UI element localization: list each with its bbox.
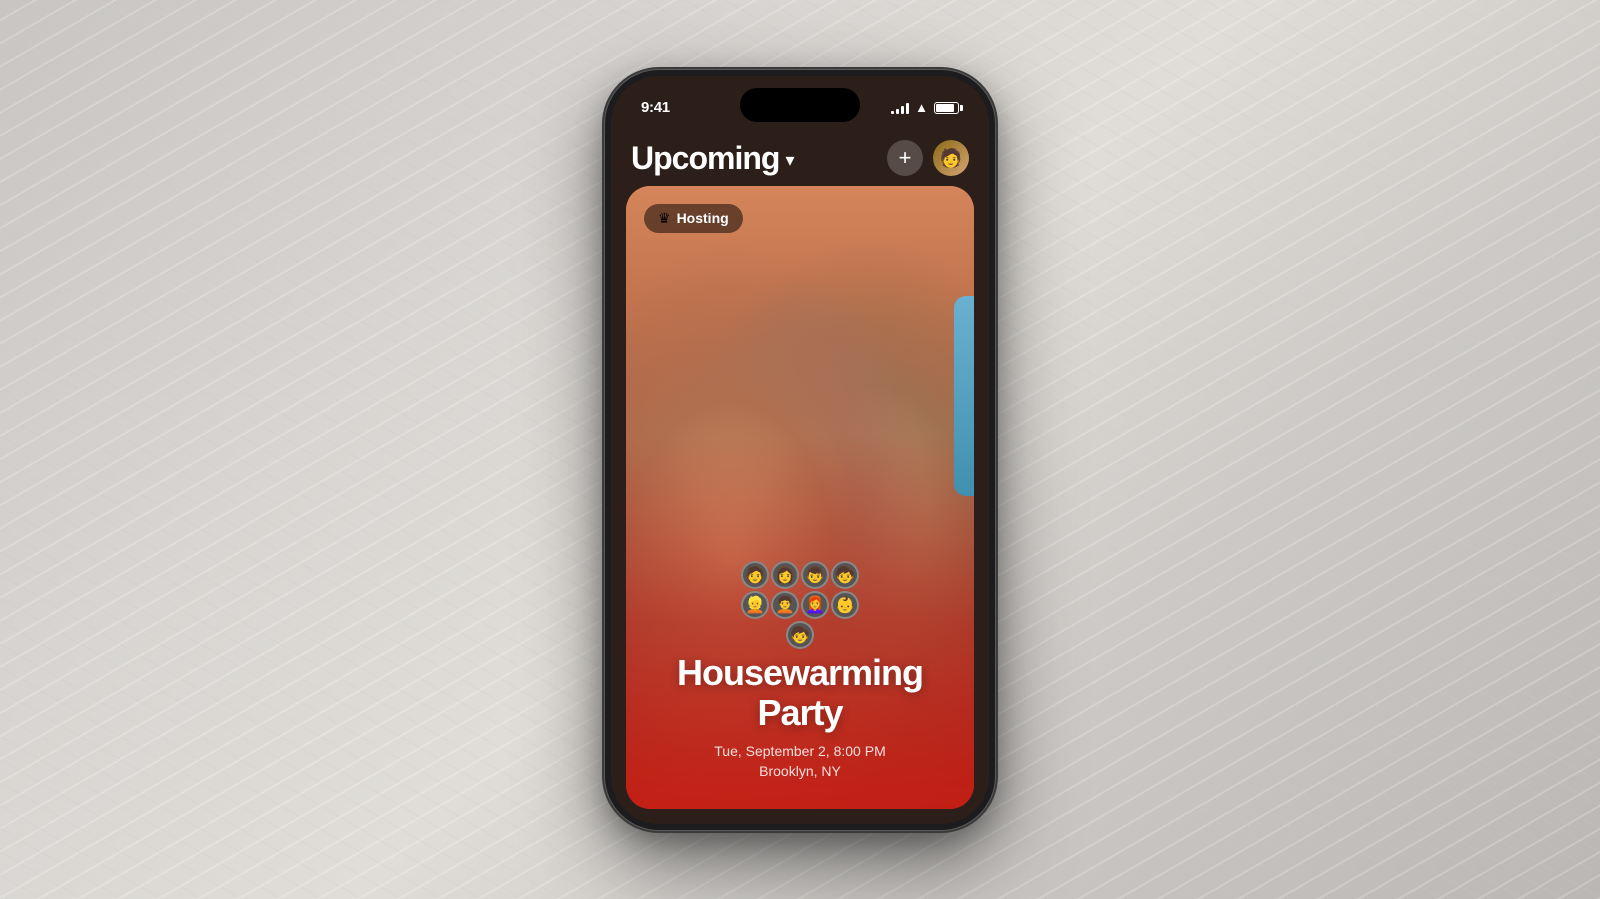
dynamic-island xyxy=(740,88,860,122)
attendee-avatar: 👶 xyxy=(831,591,859,619)
user-avatar[interactable]: 🧑 xyxy=(933,140,969,176)
attendee-avatar: 🧒 xyxy=(831,561,859,589)
event-info-overlay: Housewarming Party Tue, September 2, 8:0… xyxy=(626,633,974,808)
signal-bar-4 xyxy=(906,103,909,114)
battery-fill xyxy=(936,104,954,112)
signal-bar-1 xyxy=(891,111,894,114)
hosting-badge: ♛ Hosting xyxy=(644,204,743,233)
attendee-avatar: 👦 xyxy=(801,561,829,589)
event-name: Housewarming Party xyxy=(646,653,954,732)
status-icons: ▲ xyxy=(891,100,959,115)
chevron-down-icon: ▾ xyxy=(785,150,794,171)
event-date: Tue, September 2, 8:00 PM xyxy=(646,743,954,759)
status-time: 9:41 xyxy=(641,99,670,116)
header-title-group[interactable]: Upcoming ▾ xyxy=(631,140,794,177)
crown-icon: ♛ xyxy=(658,210,671,227)
phone-screen: 9:41 ▲ Upcoming ▾ + xyxy=(611,76,989,824)
app-header: Upcoming ▾ + 🧑 xyxy=(611,131,989,186)
add-event-button[interactable]: + xyxy=(887,140,923,176)
header-actions: + 🧑 xyxy=(887,140,969,176)
signal-bar-3 xyxy=(901,106,904,114)
hosting-label: Hosting xyxy=(677,210,729,226)
attendee-avatar: 👩‍🦰 xyxy=(801,591,829,619)
attendee-avatar: 🧑 xyxy=(741,561,769,589)
attendee-avatar: 👱 xyxy=(741,591,769,619)
signal-bar-2 xyxy=(896,109,899,114)
avatar-emoji: 🧑 xyxy=(940,148,962,169)
signal-icon xyxy=(891,102,909,114)
attendee-avatar: 👩 xyxy=(771,561,799,589)
attendee-avatar: 🧑‍🦱 xyxy=(771,591,799,619)
battery-icon xyxy=(934,102,959,114)
next-event-peek xyxy=(954,296,974,496)
page-title: Upcoming xyxy=(631,140,779,177)
event-location: Brooklyn, NY xyxy=(646,763,954,779)
event-card[interactable]: ♛ Hosting 🧑 👩 👦 🧒 👱 🧑‍🦱 👩‍🦰 👶 🧒 xyxy=(626,186,974,809)
wifi-icon: ▲ xyxy=(915,100,928,115)
phone-frame: 9:41 ▲ Upcoming ▾ + xyxy=(605,70,995,830)
